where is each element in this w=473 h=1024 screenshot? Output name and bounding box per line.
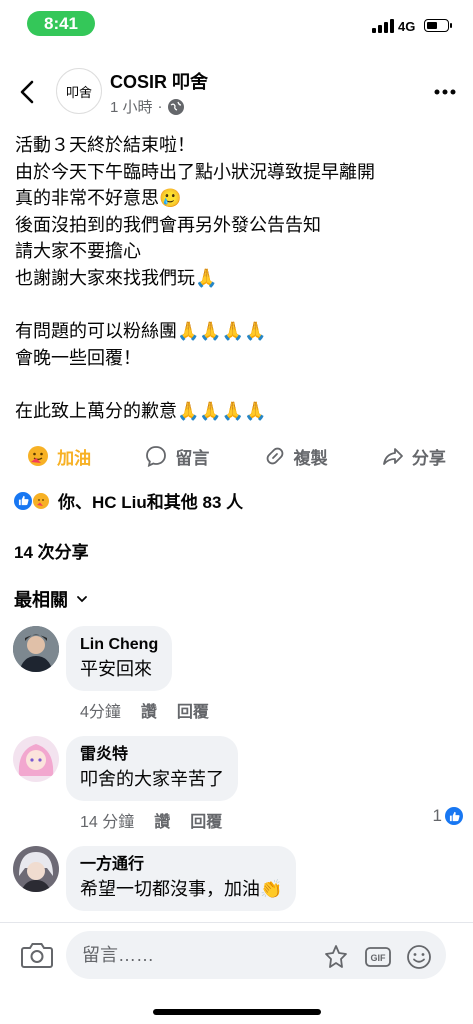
post-line: 也謝謝大家來找我們玩🙏 (15, 267, 218, 288)
comment-item: Lin Cheng 平安回來 4分鐘 讚 回覆 (0, 626, 473, 726)
comment-time[interactable]: 14 分鐘 (80, 808, 134, 832)
post-text: 活動３天終於結束啦！ 由於今天下午臨時出了點小狀況導致提早離開 真的非常不好意思… (15, 132, 465, 425)
chevron-down-icon (77, 596, 87, 603)
home-indicator (153, 1009, 321, 1015)
comment-text: 叩舍的大家辛苦了 (80, 769, 224, 789)
avatar-sticker-icon[interactable] (322, 943, 350, 971)
share-button[interactable]: 分享 (355, 437, 473, 475)
post-actions: 加油 留言 複製 分享 (0, 437, 473, 475)
battery-tip (450, 23, 452, 28)
comment-bubble[interactable]: 一方通行 希望一切都沒事，加油👏 (66, 846, 297, 911)
comment-label: 留言 (175, 448, 210, 468)
post-line (15, 371, 465, 398)
care-label: 加油 (57, 448, 92, 468)
sort-label: 最相關 (14, 590, 68, 610)
post-line: 有問題的可以粉絲團🙏🙏🙏🙏 (15, 321, 267, 342)
comment-reply-button[interactable]: 回覆 (177, 698, 209, 722)
comment-bubble[interactable]: Lin Cheng 平安回來 (66, 626, 173, 691)
avatar[interactable] (13, 626, 59, 672)
comment-reply-button[interactable]: 回覆 (190, 808, 222, 832)
care-emoji-icon (28, 446, 49, 466)
comment-reaction-count[interactable]: 1 (433, 806, 463, 826)
comment-time[interactable]: 4分鐘 (80, 698, 121, 722)
post-line: 真的非常不好意思🥲 (15, 188, 182, 209)
post-line: 會晚一些回覆！ (15, 347, 141, 368)
share-label: 分享 (411, 448, 446, 468)
care-reaction-icon (32, 491, 50, 510)
post-line: 後面沒拍到的我們會再另外發公告告知 (15, 214, 321, 235)
avatar[interactable] (13, 736, 59, 782)
post-line: 由於今天下午臨時出了點小狀況導致提早離開 (15, 161, 375, 182)
battery-icon (424, 19, 449, 32)
signal-icon (372, 19, 394, 33)
share-arrow-icon (382, 448, 403, 465)
comment-like-button[interactable]: 讚 (141, 698, 157, 722)
svg-text:GIF: GIF (371, 953, 387, 963)
status-time: 8:41 (27, 11, 95, 36)
like-reaction-icon (445, 807, 463, 825)
care-button[interactable]: 加油 (0, 437, 118, 475)
page-avatar[interactable]: 叩舍 (56, 68, 102, 114)
comment-author[interactable]: 雷炎特 (80, 744, 224, 766)
post-meta: 1 小時 · (110, 96, 184, 117)
comment-bubble[interactable]: 雷炎特 叩舍的大家辛苦了 (66, 736, 238, 801)
post-time[interactable]: 1 小時 (110, 96, 153, 117)
link-icon (266, 447, 283, 465)
camera-icon[interactable] (20, 940, 54, 970)
post-header: 叩舍 COSIR 叩舍 1 小時 · (0, 60, 473, 126)
emoji-icon[interactable] (405, 943, 433, 971)
comment-sort-dropdown[interactable]: 最相關 (14, 586, 88, 612)
post-line: 請大家不要擔心 (15, 241, 141, 262)
more-options-icon[interactable] (430, 82, 460, 102)
comment-item: 一方通行 希望一切都沒事，加油👏 (0, 846, 473, 922)
post-line (15, 292, 465, 319)
comment-composer: GIF (0, 922, 473, 1024)
comment-meta: 4分鐘 讚 回覆 (80, 698, 209, 722)
comment-text: 平安回來 (80, 659, 152, 679)
network-type: 4G (398, 19, 416, 34)
comment-like-count: 1 (432, 806, 442, 825)
comment-bubble-icon (146, 446, 167, 467)
post-line: 活動３天終於結束啦！ (15, 135, 195, 155)
globe-icon (167, 98, 184, 115)
copy-button[interactable]: 複製 (237, 437, 355, 475)
gif-icon[interactable]: GIF (364, 943, 392, 971)
like-reaction-icon (14, 491, 32, 510)
comment-text: 希望一切都沒事，加油👏 (80, 879, 283, 899)
post-line: 在此致上萬分的歉意🙏🙏🙏🙏 (15, 400, 267, 421)
copy-label: 複製 (293, 448, 328, 468)
reactions-summary[interactable]: 你、HC Liu和其他 83 人 (14, 488, 243, 513)
page-avatar-text: 叩舍 (65, 85, 92, 101)
comment-button[interactable]: 留言 (118, 437, 236, 475)
status-bar: 8:41 4G (0, 0, 473, 50)
meta-separator: · (157, 98, 163, 115)
back-arrow-icon[interactable] (14, 78, 42, 106)
comment-item: 雷炎特 叩舍的大家辛苦了 14 分鐘 讚 回覆 1 (0, 736, 473, 836)
comment-meta: 14 分鐘 讚 回覆 (80, 808, 222, 832)
comment-author[interactable]: 一方通行 (80, 854, 282, 876)
shares-count[interactable]: 14 次分享 (14, 538, 89, 563)
comment-author[interactable]: Lin Cheng (80, 634, 158, 656)
page-name[interactable]: COSIR 叩舍 (110, 68, 208, 94)
avatar[interactable] (13, 846, 59, 892)
comment-like-button[interactable]: 讚 (154, 808, 170, 832)
reactions-text: 你、HC Liu和其他 83 人 (58, 493, 244, 512)
